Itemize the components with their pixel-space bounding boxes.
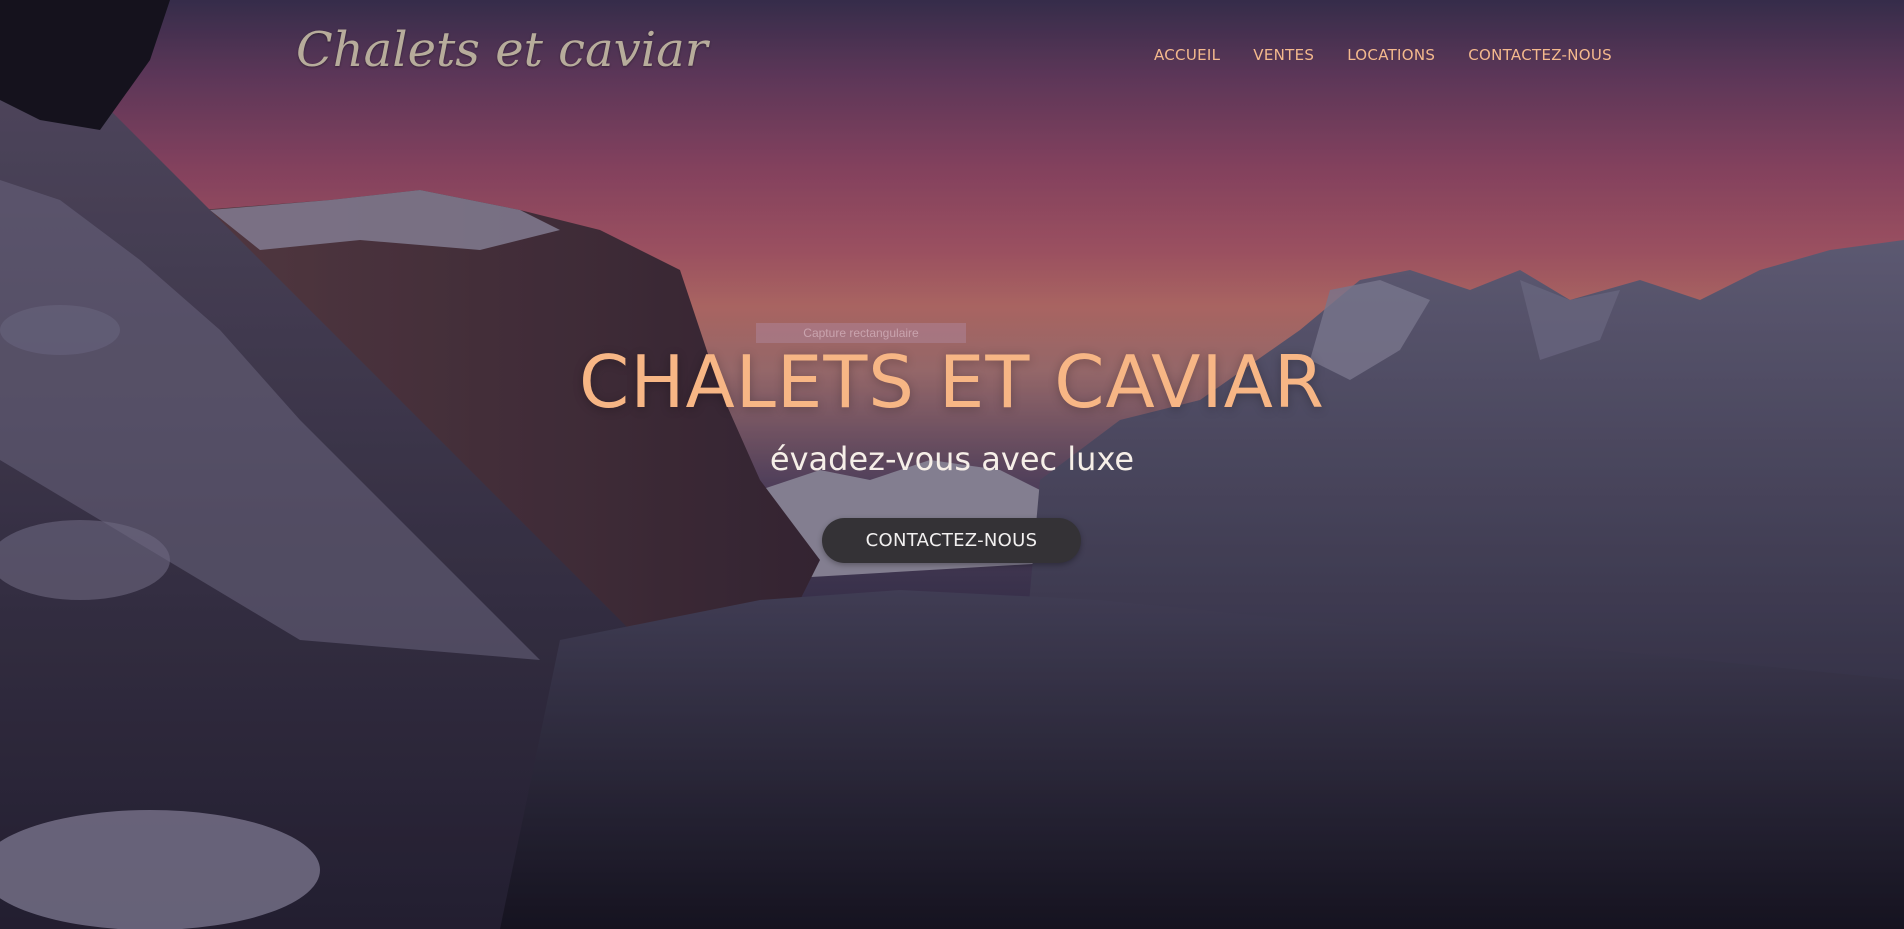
nav-link-locations[interactable]: LOCATIONS: [1347, 46, 1435, 64]
site-logo[interactable]: Chalets et caviar: [296, 22, 708, 78]
hero-title: CHALETS ET CAVIAR: [579, 340, 1325, 424]
hero-section: Chalets et caviar ACCUEIL VENTES LOCATIO…: [0, 0, 1904, 929]
contact-button[interactable]: CONTACTEZ-NOUS: [822, 518, 1081, 563]
nav-link-accueil[interactable]: ACCUEIL: [1154, 46, 1220, 64]
main-navigation: ACCUEIL VENTES LOCATIONS CONTACTEZ-NOUS: [1154, 46, 1612, 64]
nav-link-ventes[interactable]: VENTES: [1253, 46, 1314, 64]
hero-subtitle: évadez-vous avec luxe: [769, 440, 1135, 478]
nav-link-contactez-nous[interactable]: CONTACTEZ-NOUS: [1468, 46, 1612, 64]
